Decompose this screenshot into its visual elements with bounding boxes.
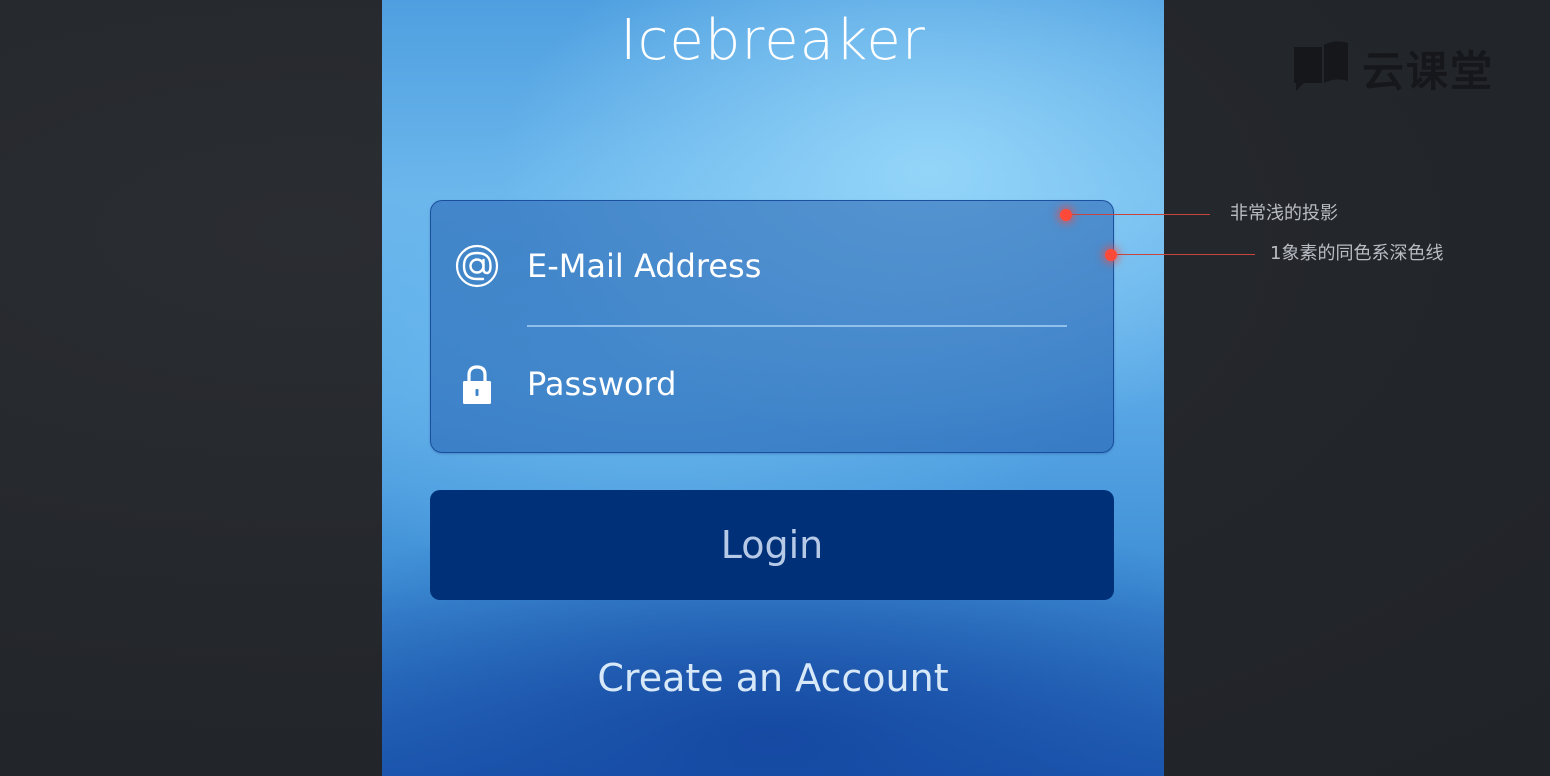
field-divider [527, 325, 1067, 327]
annotation-leader-line [1072, 214, 1210, 215]
login-form-card [430, 200, 1114, 453]
create-account-link[interactable]: Create an Account [382, 650, 1164, 706]
email-input[interactable] [527, 241, 1087, 291]
phone-screen: Icebreaker E-Mail Address Login Create a… [382, 0, 1164, 776]
password-field-row [431, 329, 1115, 439]
login-button[interactable]: Login [430, 490, 1114, 600]
screen: Icebreaker E-Mail Address Login Create a… [0, 0, 1550, 776]
password-input[interactable] [527, 359, 1087, 409]
lock-icon [455, 362, 499, 406]
at-sign-icon [455, 244, 499, 288]
annotation-marker [1060, 209, 1072, 221]
watermark-logo: 云课堂 [1292, 38, 1494, 98]
email-field-row [431, 211, 1115, 321]
book-logo-icon [1292, 39, 1350, 97]
annotation-label: 1象素的同色系深色线 [1270, 243, 1444, 264]
watermark-text: 云课堂 [1362, 46, 1495, 96]
annotation-leader-line [1117, 254, 1255, 255]
annotation-label: 非常浅的投影 [1230, 203, 1338, 224]
annotation-marker [1105, 249, 1117, 261]
app-title: Icebreaker [620, 8, 926, 73]
